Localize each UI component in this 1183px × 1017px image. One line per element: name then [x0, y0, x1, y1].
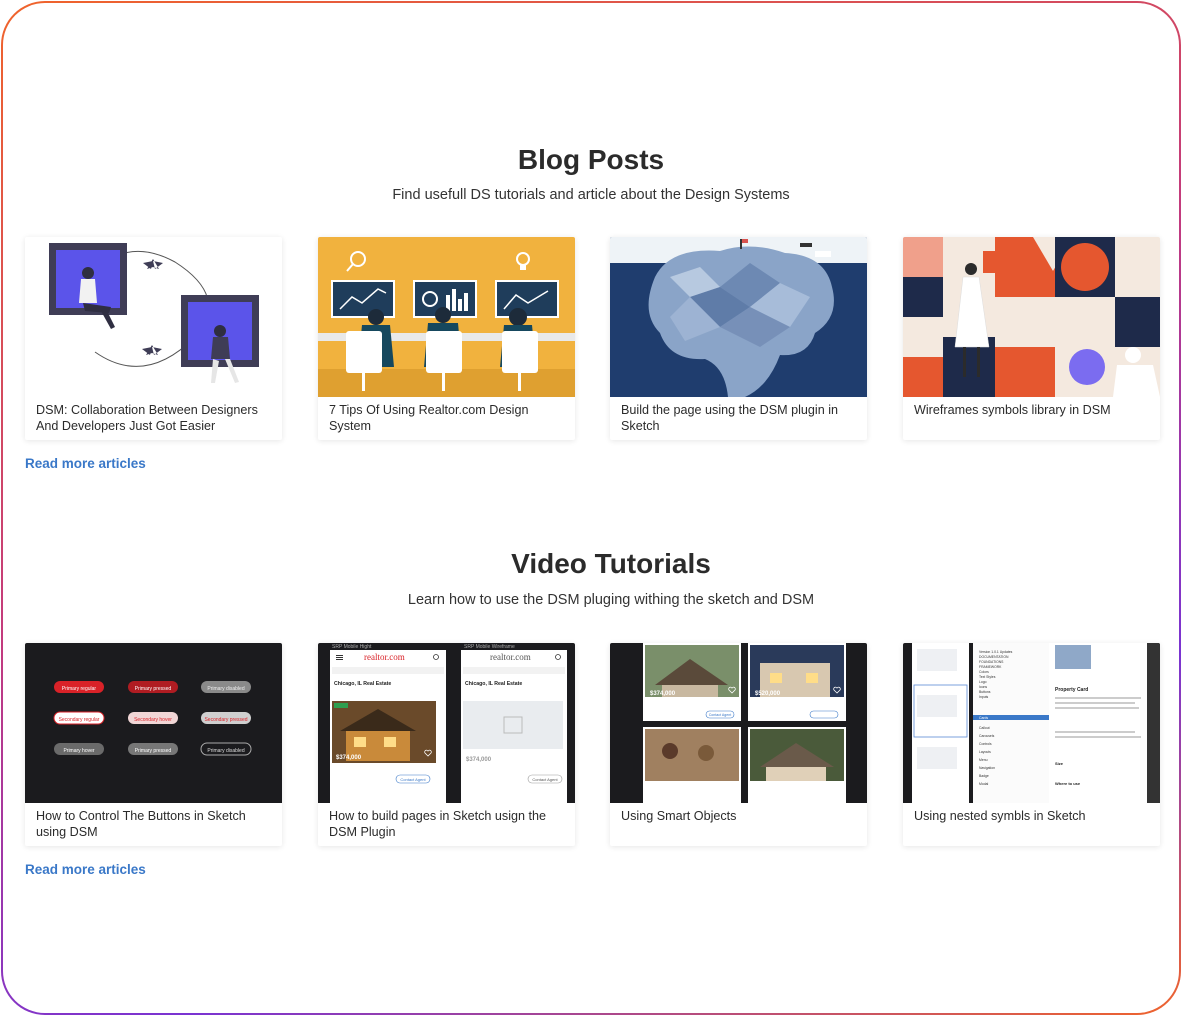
panel-heading: Property Card: [1055, 687, 1088, 693]
listing-heading: Chicago, IL Real Estate: [334, 681, 391, 687]
artboard-label: SRP Mobile Wireframe: [464, 644, 515, 650]
page-content: Blog Posts Find usefull DS tutorials and…: [3, 3, 1179, 1013]
listing-price: $291,000: [755, 784, 781, 790]
button-sample-label: Secondary pressed: [204, 717, 247, 723]
listing-price: $374,000: [650, 691, 676, 697]
button-sample-label: Primary pressed: [135, 748, 172, 754]
video-card-title: Using nested symbls in Sketch: [914, 809, 1086, 823]
layer-item: Layouts: [979, 750, 991, 754]
button-sample-label: Primary disabled: [207, 748, 244, 754]
video-card-image: Version 1.0.1 Updates DOCUMENTATION FOUN…: [903, 643, 1160, 803]
contact-agent-button: Contact Agent: [709, 713, 732, 717]
button-sample-label: Secondary hover: [134, 717, 172, 723]
video-card-image: Primary regular Primary pressed Primary …: [25, 643, 282, 803]
layer-item: Icons: [979, 685, 987, 689]
listing-price: $374,000: [466, 757, 492, 763]
layer-item: FRAMEWORK: [979, 665, 1002, 669]
panel-heading: Where to use: [1055, 781, 1081, 786]
page-frame: Blog Posts Find usefull DS tutorials and…: [1, 1, 1181, 1015]
layer-item: Logo: [979, 680, 987, 684]
layer-item: Controls: [979, 742, 992, 746]
layer-item: Modal: [979, 782, 988, 786]
button-sample-label: Secondary regular: [59, 717, 100, 723]
layer-item: Buttons: [979, 690, 991, 694]
video-card[interactable]: Version 1.0.1 Updates DOCUMENTATION FOUN…: [903, 643, 1160, 846]
video-subtitle: Learn how to use the DSM pluging withing…: [407, 592, 815, 608]
layer-item: DOCUMENTATION: [979, 655, 1009, 659]
layer-item: Colors: [979, 670, 989, 674]
video-card-title: How to build pages in Sketch usign the D…: [329, 809, 547, 839]
realtor-logo: realtor.com: [364, 652, 405, 662]
layer-item: Callout: [979, 726, 990, 730]
video-card-title: How to Control The Buttons in Sketch usi…: [36, 809, 246, 839]
video-card-title: Using Smart Objects: [621, 809, 737, 823]
artboard-label: SRP Mobile Hight: [332, 644, 372, 650]
listing-price: $374,000: [336, 755, 362, 761]
video-card-image: SRP Mobile Hight SRP Mobile Wireframe re…: [318, 643, 575, 803]
video-card[interactable]: Primary regular Primary pressed Primary …: [25, 643, 282, 846]
layer-item: FOUNDATIONS: [979, 660, 1004, 664]
layer-item: Carousels: [979, 734, 995, 738]
layer-item: Inputs: [979, 695, 989, 699]
layer-item: Menu: [979, 758, 988, 762]
button-sample-label: Primary disabled: [207, 686, 244, 692]
listing-heading: Chicago, IL Real Estate: [465, 681, 522, 687]
button-sample-label: Primary pressed: [135, 686, 172, 692]
video-section: Video Tutorials Learn how to use the DSM…: [3, 3, 1179, 1013]
video-card-image: $374,000 $520,000 $291,000 Contact Agent: [610, 643, 867, 803]
button-sample-label: Primary regular: [62, 686, 97, 692]
video-read-more-link[interactable]: Read more articles: [25, 862, 146, 877]
video-card[interactable]: SRP Mobile Hight SRP Mobile Wireframe re…: [318, 643, 575, 846]
contact-agent-button: Contact Agent: [400, 777, 426, 782]
layer-item: Navigation: [979, 766, 995, 770]
layer-item: Cards: [979, 716, 988, 720]
contact-agent-button: Contact Agent: [532, 777, 558, 782]
realtor-logo: realtor.com: [490, 652, 531, 662]
layer-item: Badge: [979, 774, 989, 778]
layer-item: Version 1.0.1 Updates: [979, 650, 1013, 654]
menu-icon: [336, 655, 343, 660]
layer-item: Text Styles: [979, 675, 996, 679]
video-card[interactable]: $374,000 $520,000 $291,000 Contact Agent…: [610, 643, 867, 846]
video-title: Video Tutorials: [511, 548, 711, 579]
listing-price: $520,000: [755, 691, 781, 697]
panel-heading: Size: [1055, 761, 1064, 766]
button-sample-label: Primary hover: [63, 748, 94, 754]
